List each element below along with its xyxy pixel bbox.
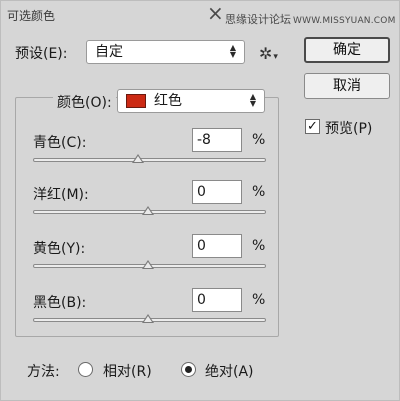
black-percent-sign: % [252, 292, 266, 308]
window-title: 可选颜色 [7, 9, 56, 23]
cyan-slider-track[interactable] [33, 158, 266, 162]
black-label: 黑色(B): [33, 295, 87, 311]
cyan-label: 青色(C): [33, 135, 87, 151]
relative-label[interactable]: 相对(R) [103, 361, 152, 381]
colors-value: 红色 [154, 93, 182, 109]
selective-color-dialog: 可选颜色 × 思缘设计论坛 WWW.MISSYUAN.COM 预设(E): 自定 … [0, 0, 400, 401]
chevron-down-icon: ▾ [273, 52, 278, 62]
absolute-label[interactable]: 绝对(A) [205, 361, 254, 381]
yellow-slider-thumb[interactable] [141, 260, 154, 269]
cyan-value-field[interactable]: -8 [192, 128, 242, 152]
relative-radio[interactable] [78, 362, 93, 377]
ok-button[interactable]: 确定 [304, 37, 390, 63]
black-value-field[interactable]: 0 [192, 288, 242, 312]
colors-label: 颜色(O): [53, 92, 116, 112]
preset-value: 自定 [95, 44, 123, 60]
color-swatch [126, 94, 146, 108]
colors-dropdown[interactable]: 红色 ▲ ▼ [117, 89, 265, 113]
magenta-slider-thumb[interactable] [141, 206, 154, 215]
yellow-value-field[interactable]: 0 [192, 234, 242, 258]
black-slider-thumb[interactable] [141, 314, 154, 323]
cancel-button[interactable]: 取消 [304, 73, 390, 99]
method-label: 方法: [27, 364, 60, 380]
gear-icon[interactable]: ✲▾ [259, 44, 278, 63]
watermark-text: 思缘设计论坛 [225, 13, 291, 26]
yellow-percent-sign: % [252, 238, 266, 254]
preview-label[interactable]: 预览(P) [325, 118, 372, 138]
preset-label: 预设(E): [15, 46, 68, 62]
watermark: 思缘设计论坛 WWW.MISSYUAN.COM [225, 11, 396, 27]
preview-checkbox[interactable]: ✓ [305, 119, 320, 134]
close-icon[interactable]: × [207, 3, 224, 23]
select-arrows-icon: ▲ ▼ [249, 92, 256, 108]
magenta-value-field[interactable]: 0 [192, 180, 242, 204]
cyan-slider-thumb[interactable] [132, 154, 145, 163]
radio-selected-dot [185, 366, 192, 373]
magenta-percent-sign: % [252, 184, 266, 200]
preset-dropdown[interactable]: 自定 ▲ ▼ [86, 40, 245, 64]
yellow-label: 黄色(Y): [33, 241, 86, 257]
magenta-label: 洋红(M): [33, 187, 89, 203]
title-bar: 可选颜色 × 思缘设计论坛 WWW.MISSYUAN.COM [1, 1, 399, 31]
select-arrows-icon: ▲ ▼ [229, 43, 236, 59]
watermark-url: WWW.MISSYUAN.COM [293, 16, 396, 26]
cyan-percent-sign: % [252, 132, 266, 148]
absolute-radio[interactable] [181, 362, 196, 377]
